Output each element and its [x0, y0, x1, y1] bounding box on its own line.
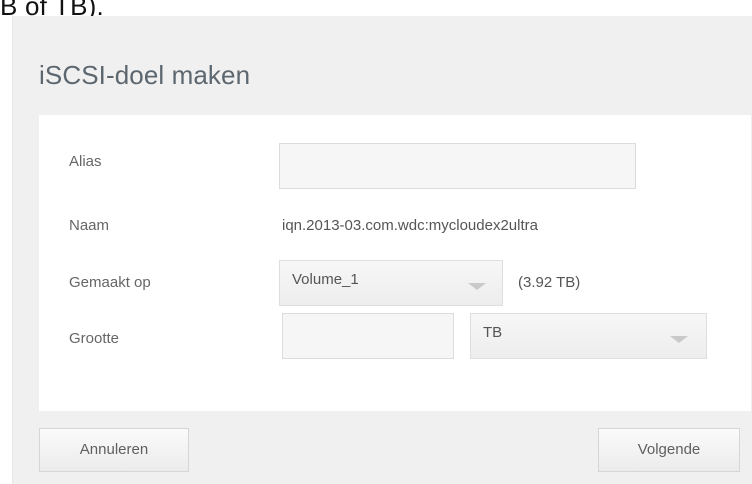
naam-value: iqn.2013-03.com.wdc:mycloudex2ultra — [282, 217, 538, 234]
form-panel: Alias Naam iqn.2013-03.com.wdc:mycloudex… — [39, 115, 751, 411]
chevron-down-icon — [468, 283, 486, 290]
grootte-label: Grootte — [69, 330, 120, 347]
unit-select[interactable]: TB — [470, 313, 707, 359]
gemaakt-op-label: Gemaakt op — [69, 274, 151, 291]
create-iscsi-target-dialog: iSCSI-doel maken Alias Naam iqn.2013-03.… — [12, 16, 752, 484]
volume-capacity: (3.92 TB) — [518, 274, 581, 291]
alias-input[interactable] — [279, 143, 636, 189]
next-button[interactable]: Volgende — [598, 428, 740, 472]
naam-label: Naam — [69, 217, 110, 234]
dialog-title: iSCSI-doel maken — [39, 60, 251, 90]
volume-select[interactable]: Volume_1 — [279, 260, 503, 306]
cancel-button[interactable]: Annuleren — [39, 428, 189, 472]
volume-select-value: Volume_1 — [292, 271, 359, 288]
size-input[interactable] — [282, 313, 454, 359]
alias-label: Alias — [69, 153, 102, 170]
chevron-down-icon — [670, 336, 688, 343]
unit-select-value: TB — [483, 324, 503, 341]
